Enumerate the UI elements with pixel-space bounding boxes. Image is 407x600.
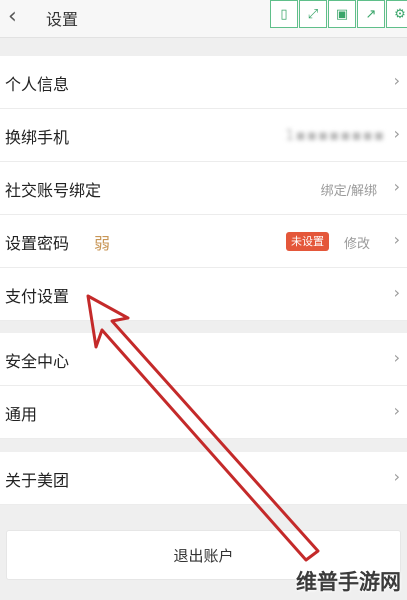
chevron-right-icon: › bbox=[393, 230, 400, 249]
save-icon[interactable]: ▣ bbox=[328, 0, 356, 28]
chevron-right-icon: › bbox=[393, 124, 400, 143]
modify-link[interactable]: 修改 bbox=[344, 233, 370, 252]
row-social-binding[interactable]: 社交账号绑定 绑定/解绑 › bbox=[0, 162, 407, 215]
row-label: 个人信息 bbox=[5, 75, 70, 94]
row-general[interactable]: 通用 › bbox=[0, 386, 407, 439]
phone-icon[interactable]: ▯ bbox=[270, 0, 298, 28]
row-security-center[interactable]: 安全中心 › bbox=[0, 333, 407, 386]
chevron-right-icon: › bbox=[393, 71, 400, 90]
phone-number-value: 1▪▪▪▪▪▪▪▪ bbox=[285, 126, 385, 144]
expand-icon[interactable]: ⤢ bbox=[299, 0, 327, 28]
status-badge: 未设置 bbox=[286, 232, 329, 251]
share-icon[interactable]: ↗ bbox=[357, 0, 385, 28]
row-label: 关于美团 bbox=[5, 471, 70, 490]
gear-icon[interactable]: ⚙ bbox=[386, 0, 407, 28]
header-bar: ‹ 设置 ▯ ⤢ ▣ ↗ ⚙ bbox=[0, 0, 407, 38]
row-label: 安全中心 bbox=[5, 352, 70, 371]
row-label: 换绑手机 bbox=[5, 128, 70, 147]
chevron-right-icon: › bbox=[393, 348, 400, 367]
row-password[interactable]: 设置密码 弱 未设置 修改 › bbox=[0, 215, 407, 268]
row-label: 通用 bbox=[5, 405, 38, 424]
page-title: 设置 bbox=[46, 10, 79, 29]
chevron-left-icon[interactable]: ‹ bbox=[8, 4, 17, 29]
row-change-phone[interactable]: 换绑手机 1▪▪▪▪▪▪▪▪ › bbox=[0, 109, 407, 162]
password-strength: 弱 bbox=[94, 234, 111, 253]
chevron-right-icon: › bbox=[393, 401, 400, 420]
social-binding-value: 绑定/解绑 bbox=[320, 184, 377, 199]
row-label: 设置密码 bbox=[5, 234, 70, 253]
chevron-right-icon: › bbox=[393, 177, 400, 196]
row-payment-settings[interactable]: 支付设置 › bbox=[0, 268, 407, 321]
chevron-right-icon: › bbox=[393, 467, 400, 486]
floating-toolbar: ▯ ⤢ ▣ ↗ ⚙ bbox=[270, 0, 407, 28]
row-label: 支付设置 bbox=[5, 287, 70, 306]
row-about[interactable]: 关于美团 › bbox=[0, 452, 407, 505]
row-personal-info[interactable]: 个人信息 › bbox=[0, 56, 407, 109]
watermark: 维普手游网 bbox=[296, 570, 401, 594]
row-label: 社交账号绑定 bbox=[5, 181, 102, 200]
logout-label: 退出账户 bbox=[173, 547, 234, 565]
chevron-right-icon: › bbox=[393, 283, 400, 302]
